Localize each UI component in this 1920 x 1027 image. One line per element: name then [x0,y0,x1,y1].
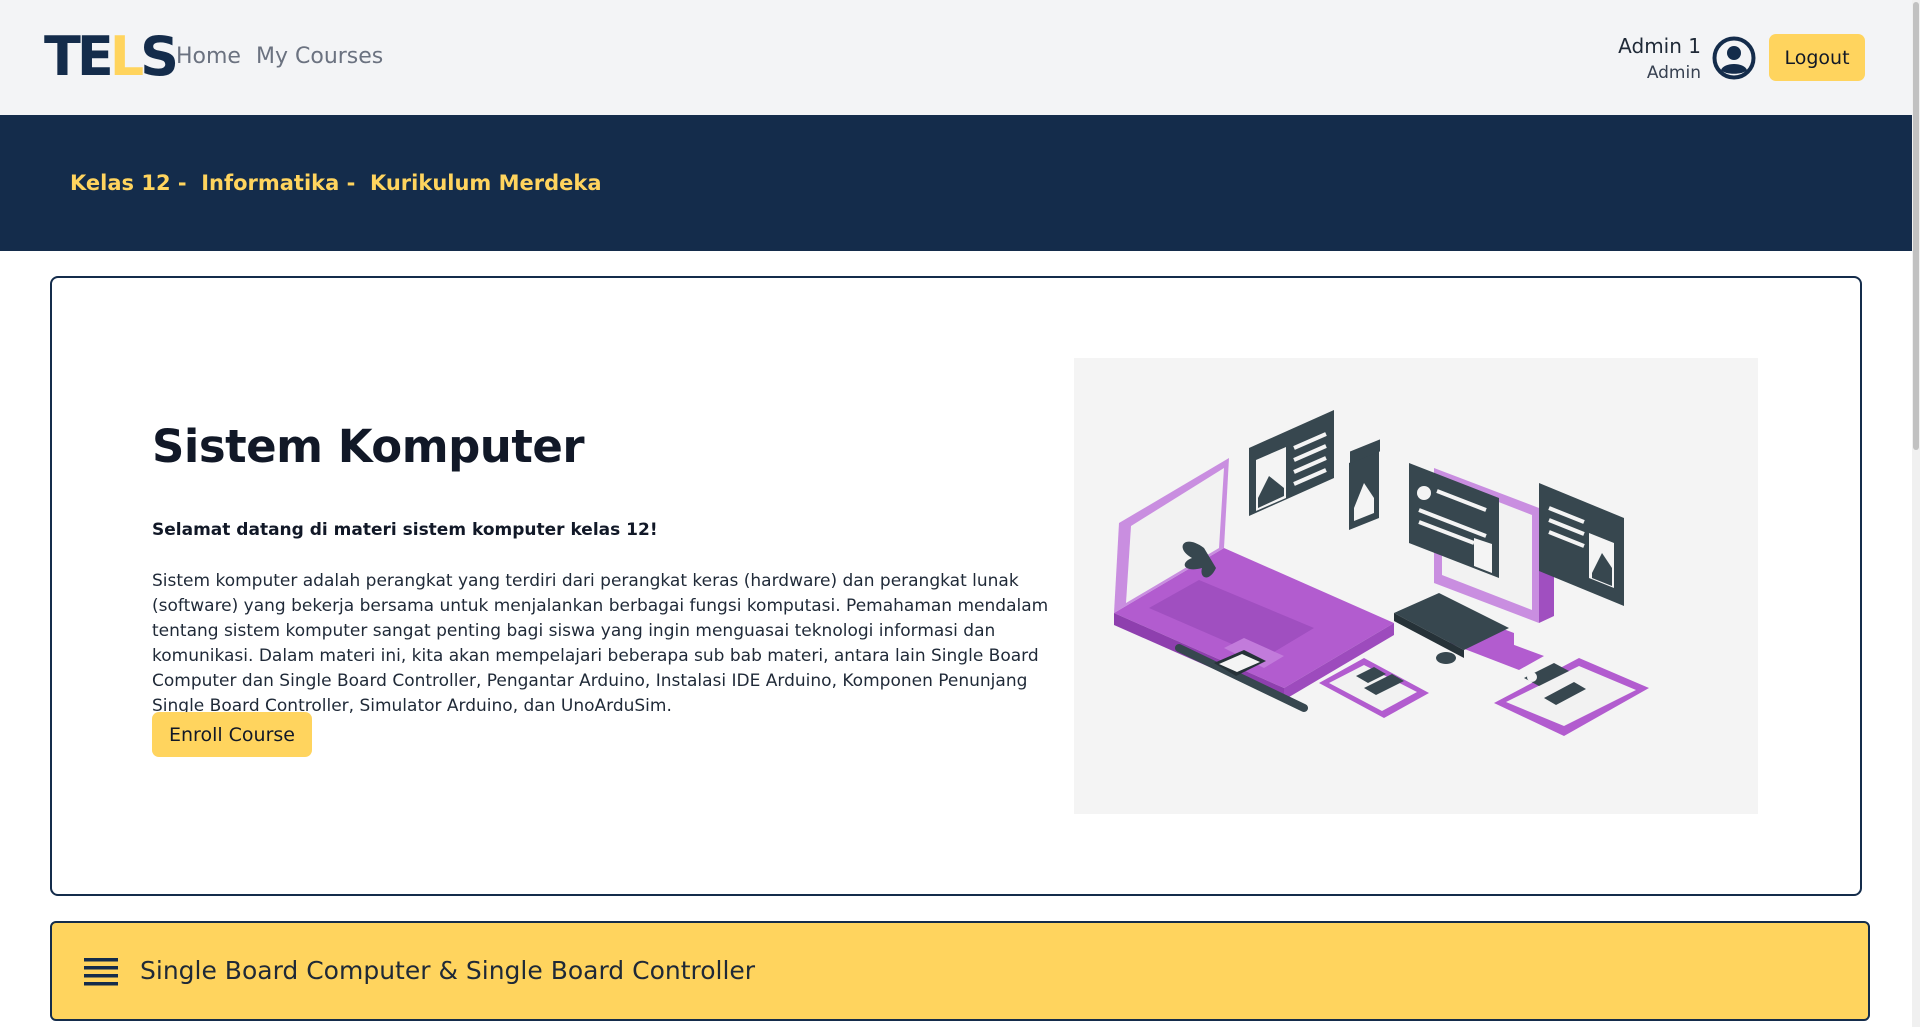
top-navbar: TE L S Home My Courses Admin 1 Admin Logou… [0,0,1920,115]
logout-button[interactable]: Logout [1769,34,1865,81]
devices-illustration-icon [1114,410,1649,736]
user-avatar-icon[interactable] [1712,36,1756,80]
logo-letter-l: L [109,25,144,88]
course-breadcrumb: Kelas 12 - Informatika - Kurikulum Merde… [70,171,602,195]
menu-lines-icon [84,958,118,986]
tels-logo[interactable]: TE L S [44,25,179,88]
user-name: Admin 1 [1618,34,1701,58]
nav-my-courses-link[interactable]: My Courses [256,44,383,69]
logo-letters-te: TE [44,25,114,88]
scrollbar-thumb[interactable] [1913,2,1919,450]
course-illustration [1074,358,1758,814]
nav-home-link[interactable]: Home [176,44,241,69]
enroll-course-button[interactable]: Enroll Course [152,712,312,757]
course-overview-card: Sistem Komputer Selamat datang di materi… [50,276,1862,896]
course-title: Sistem Komputer [152,420,585,473]
page-scrollbar[interactable] [1912,0,1920,1027]
course-banner: Kelas 12 - Informatika - Kurikulum Merde… [0,115,1920,251]
logo-letter-s: S [140,25,179,88]
section-title: Single Board Computer & Single Board Con… [140,956,756,985]
course-welcome-text: Selamat datang di materi sistem komputer… [152,520,658,540]
user-role: Admin [1646,63,1701,83]
section-accordion-item[interactable]: Single Board Computer & Single Board Con… [50,921,1870,1021]
course-description: Sistem komputer adalah perangkat yang te… [152,571,1049,716]
